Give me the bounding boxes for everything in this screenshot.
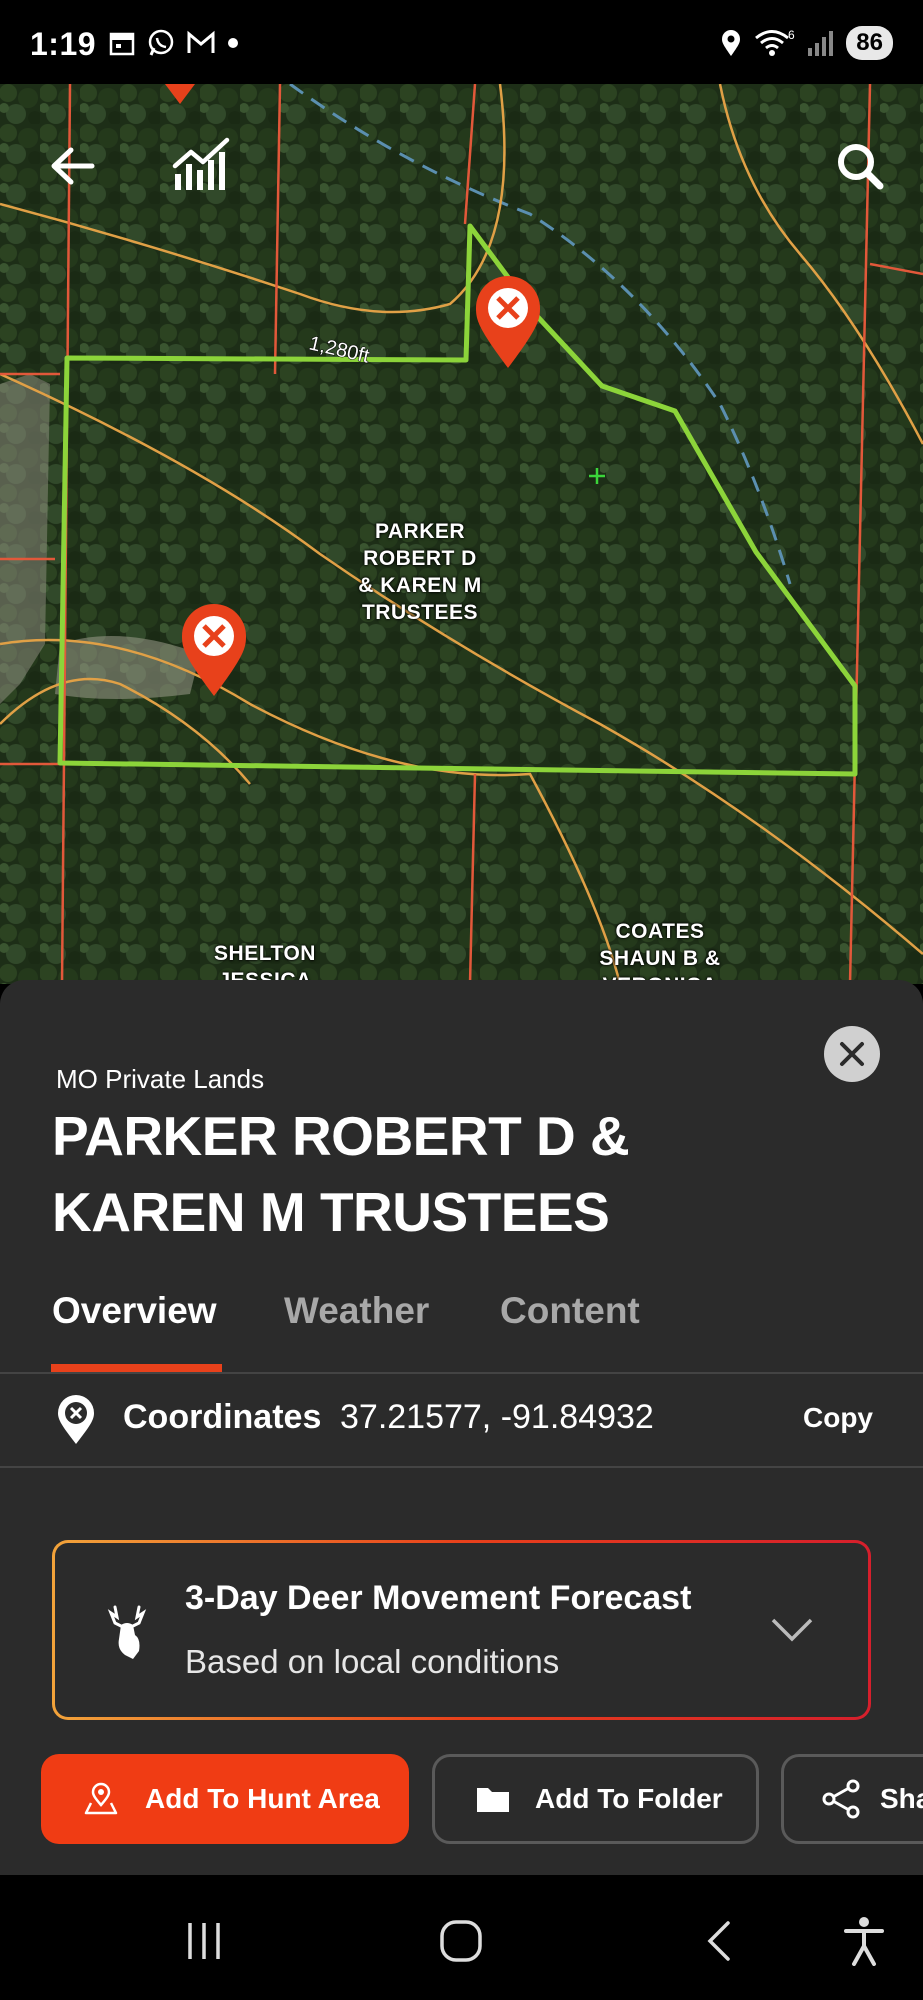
back-button[interactable] [36,130,108,202]
battery-icon: 86 [846,26,893,60]
accessibility-icon [844,1917,884,1966]
whatsapp-icon [148,29,174,56]
search-button[interactable] [824,130,896,202]
chevron-down-icon[interactable] [770,1617,814,1643]
share-label: Share [880,1783,923,1814]
active-tab-indicator [51,1364,222,1372]
close-icon [840,1042,864,1066]
back-nav-button[interactable] [690,1911,750,1971]
action-buttons: Add To Hunt Area Add To Folder Share [0,1754,923,1848]
parcel-owner-label: PARKER ROBERT D & KAREN M TRUSTEES [358,520,482,624]
tab-weather[interactable]: Weather [284,1290,429,1332]
coordinates-label: Coordinates [123,1398,322,1436]
add-to-hunt-area-button[interactable]: Add To Hunt Area [41,1754,409,1844]
gmail-icon [187,30,215,53]
parcel-detail-sheet: MO Private Lands PARKER ROBERT D & KAREN… [0,980,923,1875]
neighbor-label-right: COATES SHAUN B & VERONICA [599,920,721,984]
deer-forecast-card[interactable]: 3-Day Deer Movement Forecast Based on lo… [52,1540,871,1720]
system-icons: 6 86 [718,26,893,60]
folder-icon [477,1788,509,1812]
parcel-category: MO Private Lands [56,1064,265,1094]
search-icon [838,144,884,190]
add-to-folder-button[interactable]: Add To Folder [432,1754,759,1844]
notification-icons [108,28,240,58]
share-icon [822,1779,860,1819]
signal-icon [808,31,834,56]
coordinates-row: Coordinates 37.21577, -91.84932 Copy [0,1374,923,1468]
analytics-button[interactable] [166,128,238,200]
forecast-subtitle: Based on local conditions [185,1643,560,1680]
deer-icon [107,1605,147,1659]
calendar-icon [109,32,135,56]
svg-text:6: 6 [788,28,795,42]
tab-bar: Overview Weather Content [0,1280,923,1374]
add-to-folder-label: Add To Folder [535,1783,723,1814]
system-nav-bar [0,1875,923,2000]
add-to-hunt-area-label: Add To Hunt Area [145,1783,380,1814]
map-view[interactable]: 1,280ft PARKER ROBERT D & KAREN M TRUSTE… [0,84,923,984]
share-button[interactable]: Share [781,1754,923,1844]
status-bar: 1:19 6 86 [0,0,923,84]
forecast-title: 3-Day Deer Movement Forecast [185,1579,692,1617]
recents-button[interactable] [174,1911,234,1971]
location-icon [722,30,741,56]
location-pin-x-icon [58,1395,94,1444]
home-icon [440,1920,482,1962]
copy-button[interactable]: Copy [803,1402,873,1434]
chart-analytics-icon [172,137,230,190]
parcel-title: PARKER ROBERT D & KAREN M TRUSTEES [52,1105,630,1243]
hunt-area-pin-icon [84,1782,118,1815]
back-arrow-icon [51,147,95,185]
wifi-icon: 6 [755,28,795,56]
dot-icon [228,38,238,48]
home-button[interactable] [431,1911,491,1971]
recents-icon [188,1923,220,1959]
accessibility-button[interactable] [834,1911,894,1971]
coordinates-value: 37.21577, -91.84932 [340,1398,654,1436]
neighbor-label-left: SHELTON JESSICA [214,942,316,984]
tab-content[interactable]: Content [500,1290,640,1332]
close-button[interactable] [824,1026,880,1082]
back-chevron-icon [707,1921,730,1961]
status-time: 1:19 [30,26,97,62]
tab-overview[interactable]: Overview [52,1290,217,1332]
